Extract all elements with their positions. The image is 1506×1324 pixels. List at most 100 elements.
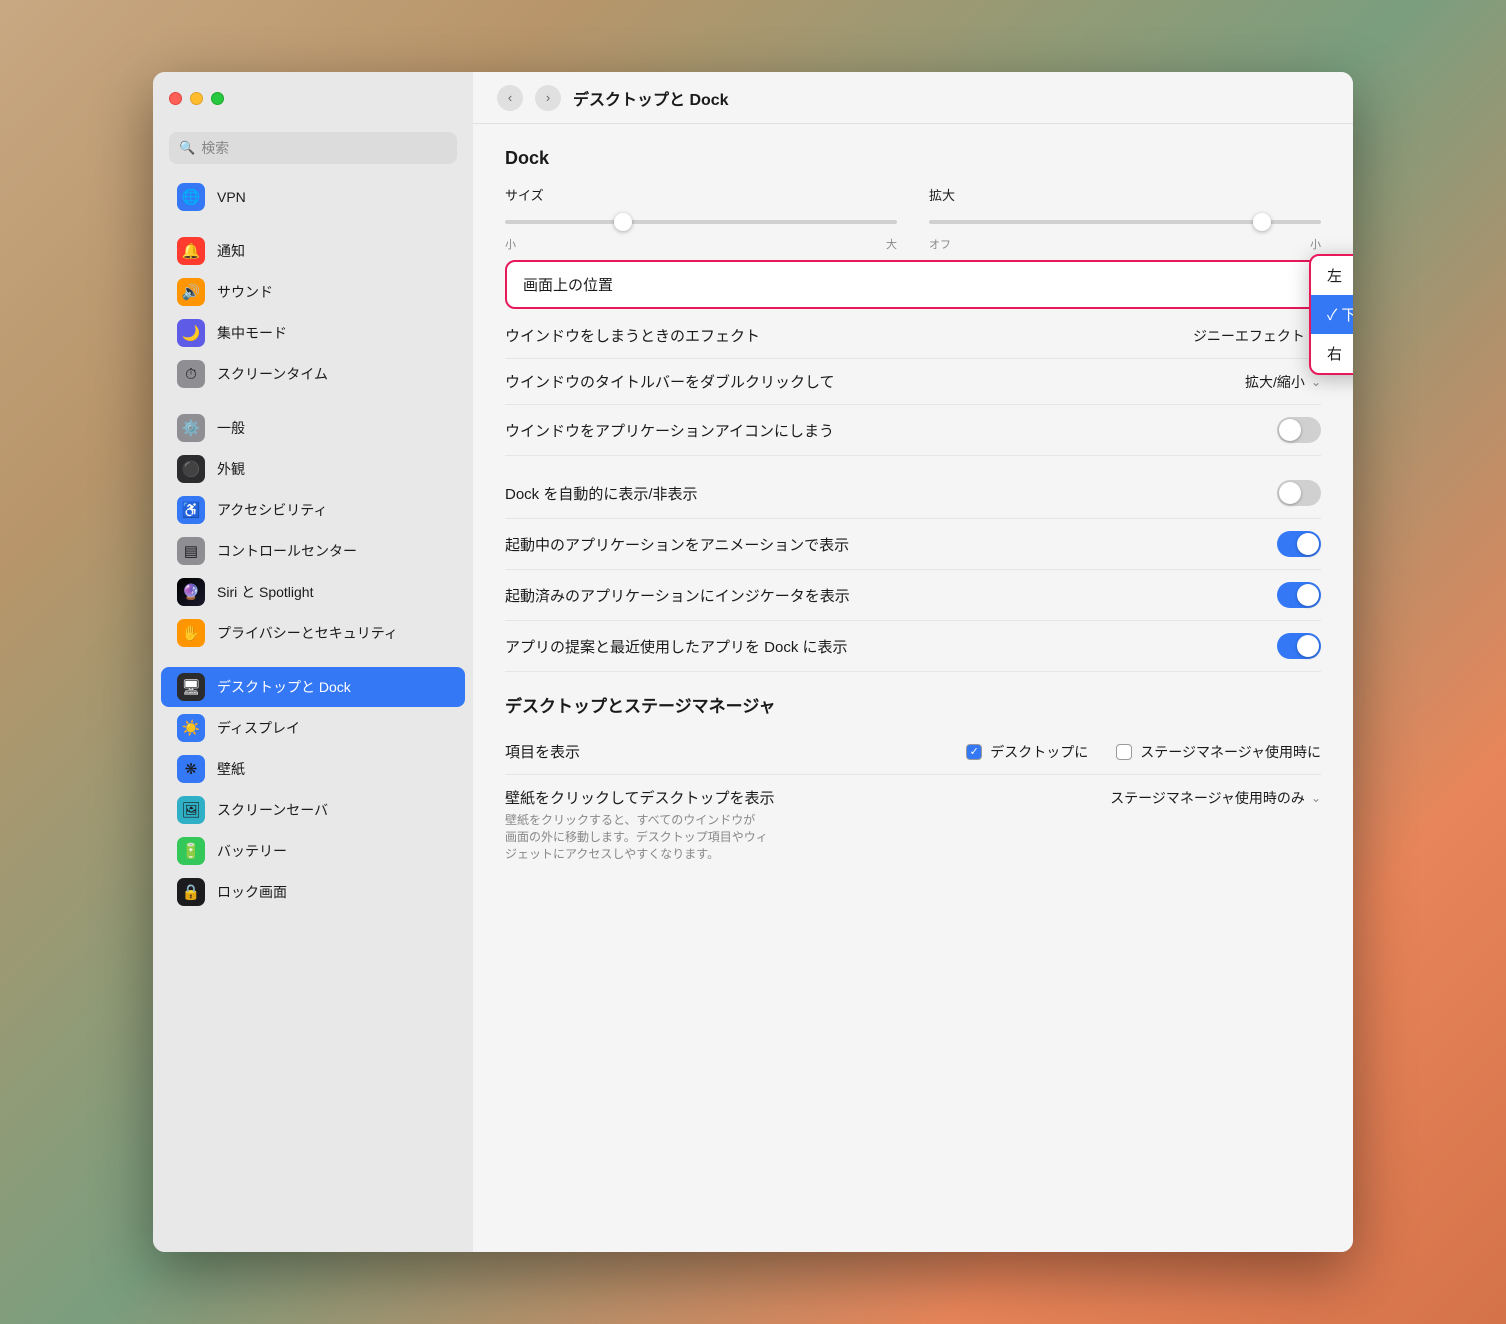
minimize-button[interactable] [190, 92, 203, 105]
sidebar-item-screentime[interactable]: ⏱スクリーンタイム [161, 354, 465, 394]
enlarge-slider-thumb[interactable] [1253, 213, 1271, 231]
back-button[interactable]: ‹ [497, 85, 523, 111]
siri-icon: 🔮 [177, 578, 205, 606]
auto-hide-toggle[interactable] [1277, 480, 1321, 506]
sidebar-label-display: ディスプレイ [217, 718, 300, 738]
size-label: サイズ [505, 185, 897, 204]
maximize-button[interactable] [211, 92, 224, 105]
size-min-label: 小 [505, 236, 516, 252]
titlebar-click-value[interactable]: 拡大/縮小 ⌄ [1245, 372, 1321, 392]
sidebar-label-siri: Siri と Spotlight [217, 582, 313, 602]
battery-icon: 🔋 [177, 837, 205, 865]
sidebar-item-notifications[interactable]: 🔔 通知 [161, 231, 465, 271]
close-button[interactable] [169, 92, 182, 105]
sidebar-item-focus[interactable]: 🌙 集中モード [161, 313, 465, 353]
position-row[interactable]: 画面上の位置 左 ✓ 下 右 [505, 260, 1321, 309]
sidebar-item-display[interactable]: ☀️ ディスプレイ [161, 708, 465, 748]
size-slider-track[interactable] [505, 220, 897, 224]
page-title: デスクトップと Dock [573, 86, 729, 110]
sidebar-label-vpn: VPN [217, 189, 246, 205]
position-option-bottom[interactable]: ✓ 下 [1311, 295, 1353, 334]
size-slider-thumb[interactable] [614, 213, 632, 231]
forward-button[interactable]: › [535, 85, 561, 111]
show-indicator-toggle[interactable] [1277, 582, 1321, 608]
toggle-thumb-2 [1279, 482, 1301, 504]
enlarge-slider-track[interactable] [929, 220, 1321, 224]
sidebar-item-desktop[interactable]: 🖥デスクトップと Dock [161, 667, 465, 707]
privacy-icon: ✋ [177, 619, 205, 647]
show-recent-label: アプリの提案と最近使用したアプリを Dock に表示 [505, 636, 1277, 657]
toggle-thumb-3 [1297, 533, 1319, 555]
auto-hide-row: Dock を自動的に表示/非表示 [505, 468, 1321, 519]
desktop-section-title: デスクトップとステージマネージャ [505, 692, 1321, 717]
chevron-icon-2: ⌄ [1311, 375, 1321, 389]
wallpaper-icon: ❋ [177, 755, 205, 783]
animate-launch-toggle[interactable] [1277, 531, 1321, 557]
sidebar-label-sound: サウンド [217, 282, 273, 302]
click-wallpaper-row: 壁紙をクリックしてデスクトップを表示 ステージマネージャ使用時のみ ⌄ 壁紙をク… [505, 775, 1321, 874]
sidebar-item-accessibility[interactable]: ♿アクセシビリティ [161, 490, 465, 530]
chevron-icon-3: ⌄ [1311, 791, 1321, 805]
content-area: Dock サイズ 小 大 拡大 [473, 124, 1353, 1252]
sidebar-item-privacy[interactable]: ✋ プライバシーとセキュリティ [161, 613, 465, 653]
sidebar-item-general[interactable]: ⚙️一般 [161, 408, 465, 448]
notifications-icon: 🔔 [177, 237, 205, 265]
sidebar-item-wallpaper[interactable]: ❋ 壁紙 [161, 749, 465, 789]
main-titlebar: ‹ › デスクトップと Dock [473, 72, 1353, 124]
sidebar-item-controlcenter[interactable]: ▤コントロールセンター [161, 531, 465, 571]
show-items-row: 項目を表示 ✓ デスクトップに ステージマネージャ使用時に [505, 729, 1321, 775]
display-icon: ☀️ [177, 714, 205, 742]
search-placeholder: 検索 [201, 138, 229, 158]
animate-launch-label: 起動中のアプリケーションをアニメーションで表示 [505, 534, 1277, 555]
sidebar-item-appearance[interactable]: ⚫ 外観 [161, 449, 465, 489]
appearance-icon: ⚫ [177, 455, 205, 483]
sidebar-label-lockscreen: ロック画面 [217, 882, 287, 902]
sidebar-label-wallpaper: 壁紙 [217, 759, 245, 779]
minimize-to-app-label: ウインドウをアプリケーションアイコンにしまう [505, 420, 1277, 441]
size-max-label: 大 [886, 236, 897, 252]
general-icon: ⚙️ [177, 414, 205, 442]
sidebar-label-privacy: プライバシーとセキュリティ [217, 623, 398, 643]
sidebar-label-notifications: 通知 [217, 241, 245, 261]
sidebar-item-siri[interactable]: 🔮 Siri と Spotlight [161, 572, 465, 612]
sidebar-label-desktop: デスクトップと Dock [217, 677, 351, 697]
sidebar: 🔍 検索 🌐VPN 🔔 通知 🔊 サウンド 🌙 集中モード ⏱スクリーンタイム ⚙️一般 ⚫ 外観 ♿… [153, 72, 473, 1252]
position-option-right[interactable]: 右 [1311, 334, 1353, 373]
window-effect-value[interactable]: ジニーエフェクト ⌄ [1193, 326, 1321, 346]
sidebar-item-lockscreen[interactable]: 🔒ロック画面 [161, 872, 465, 912]
click-wallpaper-value[interactable]: ステージマネージャ使用時のみ ⌄ [1110, 788, 1321, 808]
show-items-label: 項目を表示 [505, 741, 966, 762]
sidebar-label-appearance: 外観 [217, 459, 245, 479]
minimize-to-app-toggle[interactable] [1277, 417, 1321, 443]
screentime-icon: ⏱ [177, 360, 205, 388]
sound-icon: 🔊 [177, 278, 205, 306]
window-effect-label: ウインドウをしまうときのエフェクト [505, 325, 1193, 346]
toggle-thumb-4 [1297, 584, 1319, 606]
sidebar-item-vpn[interactable]: 🌐VPN [161, 177, 465, 217]
sidebar-label-screensaver: スクリーンセーバ [217, 800, 328, 820]
search-bar[interactable]: 🔍 検索 [169, 132, 457, 164]
sidebar-item-sound[interactable]: 🔊 サウンド [161, 272, 465, 312]
animate-launch-row: 起動中のアプリケーションをアニメーションで表示 [505, 519, 1321, 570]
stage-manager-checkbox[interactable] [1116, 744, 1132, 760]
minimize-to-app-row: ウインドウをアプリケーションアイコンにしまう [505, 405, 1321, 456]
position-label: 画面上の位置 [523, 274, 1303, 295]
desktop-checkbox[interactable]: ✓ [966, 744, 982, 760]
dock-section-title: Dock [505, 148, 1321, 169]
stage-manager-option-label: ステージマネージャ使用時に [1140, 742, 1321, 762]
titlebar-click-row: ウインドウのタイトルバーをダブルクリックして 拡大/縮小 ⌄ [505, 359, 1321, 405]
sidebar-item-battery[interactable]: 🔋 バッテリー [161, 831, 465, 871]
auto-hide-label: Dock を自動的に表示/非表示 [505, 483, 1277, 504]
show-items-options: ✓ デスクトップに ステージマネージャ使用時に [966, 742, 1321, 762]
screensaver-icon: 🖼 [177, 796, 205, 824]
accessibility-icon: ♿ [177, 496, 205, 524]
sidebar-item-screensaver[interactable]: 🖼 スクリーンセーバ [161, 790, 465, 830]
position-dropdown[interactable]: 左 ✓ 下 右 [1309, 254, 1353, 375]
show-recent-toggle[interactable] [1277, 633, 1321, 659]
position-option-left[interactable]: 左 [1311, 256, 1353, 295]
focus-icon: 🌙 [177, 319, 205, 347]
click-wallpaper-note: 壁紙をクリックすると、すべてのウインドウが画面の外に移動します。デスクトップ項目… [505, 812, 768, 862]
sidebar-label-focus: 集中モード [217, 323, 287, 343]
sidebar-label-battery: バッテリー [217, 841, 287, 861]
titlebar-click-label: ウインドウのタイトルバーをダブルクリックして [505, 371, 1245, 392]
